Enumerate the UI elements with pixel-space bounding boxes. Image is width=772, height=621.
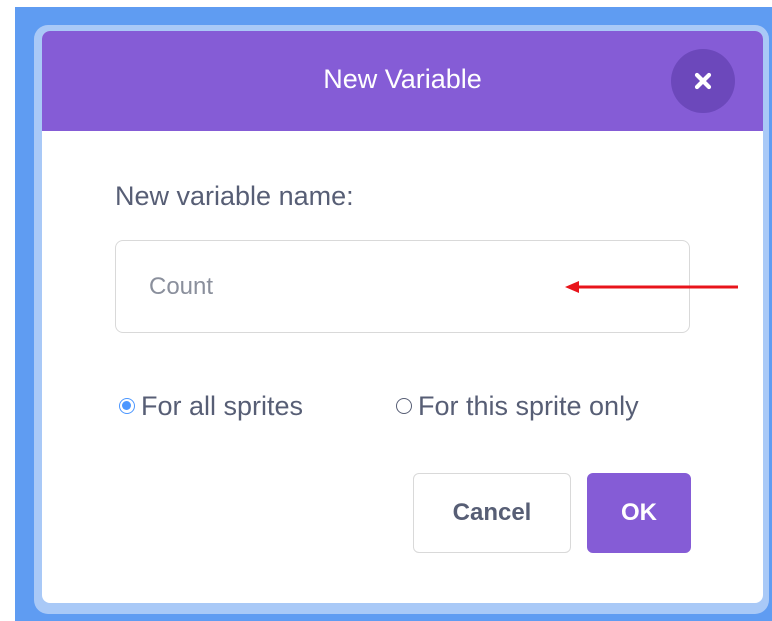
radio-for-all-sprites[interactable]: For all sprites xyxy=(119,388,303,424)
cancel-button[interactable]: Cancel xyxy=(413,473,571,553)
variable-name-label: New variable name: xyxy=(115,181,354,211)
radio-label-all-sprites: For all sprites xyxy=(141,390,304,421)
radio-for-this-sprite-only[interactable]: For this sprite only xyxy=(396,388,639,424)
new-variable-dialog: New Variable New variable name: For all … xyxy=(42,31,763,603)
radio-unchecked-icon[interactable] xyxy=(396,398,412,414)
radio-checked-icon[interactable] xyxy=(119,398,135,414)
dialog-header: New Variable xyxy=(42,31,763,131)
ok-button[interactable]: OK xyxy=(587,473,691,553)
close-button[interactable] xyxy=(671,49,735,113)
radio-label-this-sprite: For this sprite only xyxy=(418,390,639,421)
close-icon xyxy=(694,72,712,90)
dialog-title: New Variable xyxy=(323,64,482,94)
annotation-arrow xyxy=(565,281,738,293)
